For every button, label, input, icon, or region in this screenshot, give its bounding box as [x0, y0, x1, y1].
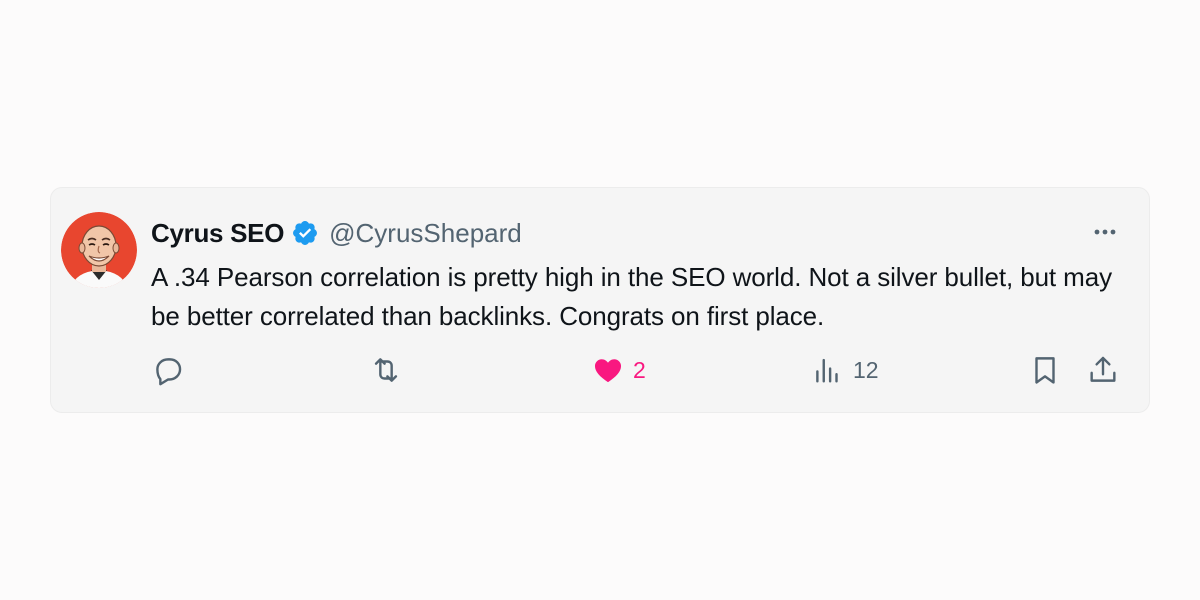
- tweet-card[interactable]: Cyrus SEO @CyrusShepard A .34 Pearson co…: [50, 187, 1150, 413]
- author-name[interactable]: Cyrus SEO: [151, 218, 284, 249]
- views-count: 12: [853, 356, 879, 383]
- retweet-icon: [374, 358, 398, 382]
- tweet-text: A .34 Pearson correlation is pretty high…: [151, 262, 1112, 331]
- bookmark-icon: [1035, 357, 1055, 384]
- heart-icon: [594, 359, 622, 383]
- share-button[interactable]: [1086, 348, 1120, 392]
- views-icon: [816, 358, 838, 383]
- like-button[interactable]: 2: [591, 348, 646, 392]
- like-count: 2: [633, 356, 646, 383]
- author-handle[interactable]: @CyrusShepard: [329, 218, 522, 249]
- views-button[interactable]: 12: [811, 348, 879, 392]
- verified-badge-icon: [291, 219, 319, 247]
- avatar-image: [61, 212, 137, 288]
- bookmark-button[interactable]: [1028, 348, 1062, 392]
- tweet-actions: 2 12: [51, 348, 1151, 392]
- retweet-button[interactable]: [368, 348, 404, 392]
- more-icon: [1094, 229, 1116, 235]
- more-options-button[interactable]: [1089, 218, 1121, 246]
- reply-button[interactable]: [151, 348, 193, 392]
- share-icon: [1090, 356, 1116, 382]
- avatar[interactable]: [61, 212, 137, 288]
- tweet-header: Cyrus SEO @CyrusShepard: [151, 216, 522, 250]
- reply-icon: [156, 358, 182, 386]
